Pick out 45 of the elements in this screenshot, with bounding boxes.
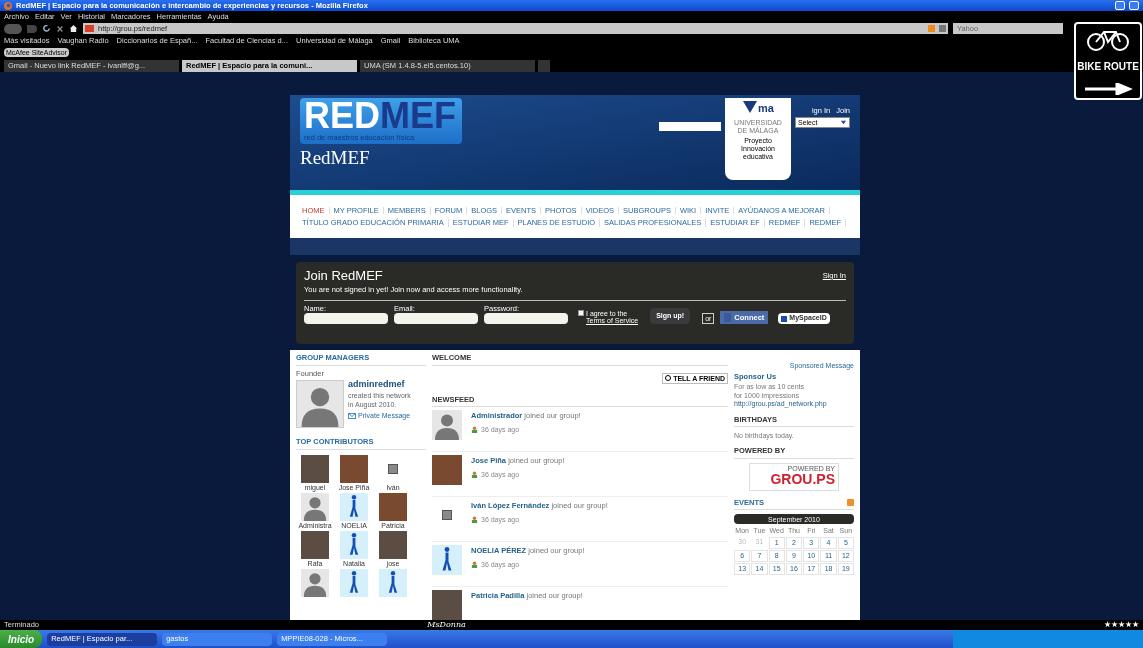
firefox-icon (4, 1, 12, 10)
runner-icon (340, 492, 368, 521)
text-field[interactable] (394, 313, 478, 324)
minimize-button[interactable] (1115, 1, 1125, 10)
user-silhouette-icon (297, 381, 343, 427)
terms-checkbox[interactable] (578, 310, 584, 316)
photo-placeholder (379, 492, 407, 521)
rating-stars: ★★★★★ (1104, 621, 1139, 629)
user-silhouette-icon (301, 492, 329, 521)
runner-icon (379, 568, 407, 597)
photo-placeholder (388, 463, 398, 474)
user-add-icon (471, 470, 478, 478)
site-name: RedMEF (300, 147, 371, 167)
join-title: Join RedMEF (304, 269, 383, 282)
status-signature: MsDonna (427, 621, 466, 629)
stop-icon[interactable] (56, 24, 64, 33)
maximize-button[interactable] (1129, 1, 1139, 10)
photo-placeholder (301, 530, 329, 559)
reload-icon[interactable] (42, 24, 51, 33)
text-field[interactable] (304, 313, 388, 324)
forward-button[interactable] (27, 24, 37, 33)
photo-placeholder (301, 454, 329, 483)
runner-icon (432, 545, 462, 575)
user-add-icon (471, 515, 478, 523)
photo-placeholder (340, 454, 368, 483)
user-silhouette-icon (432, 410, 462, 440)
runner-icon (340, 568, 368, 597)
photo-placeholder (432, 590, 462, 620)
start-button[interactable]: Inicio (0, 630, 43, 648)
user-silhouette-icon (301, 568, 329, 597)
text-field[interactable] (484, 313, 568, 324)
back-button[interactable] (4, 23, 22, 34)
runner-icon (340, 530, 368, 559)
photo-placeholder (442, 510, 452, 520)
user-add-icon (471, 425, 478, 433)
search-field[interactable] (659, 122, 721, 131)
envelope-icon (348, 412, 356, 419)
caret-icon (840, 118, 847, 126)
user-add-icon (471, 560, 478, 568)
photo-placeholder (379, 530, 407, 559)
right-arrow-icon (1083, 83, 1133, 95)
home-icon[interactable] (69, 24, 78, 33)
manager-name[interactable]: adminredmef (348, 380, 411, 389)
photo-placeholder (432, 455, 462, 485)
sign-text: BIKE ROUTE (1077, 62, 1139, 72)
